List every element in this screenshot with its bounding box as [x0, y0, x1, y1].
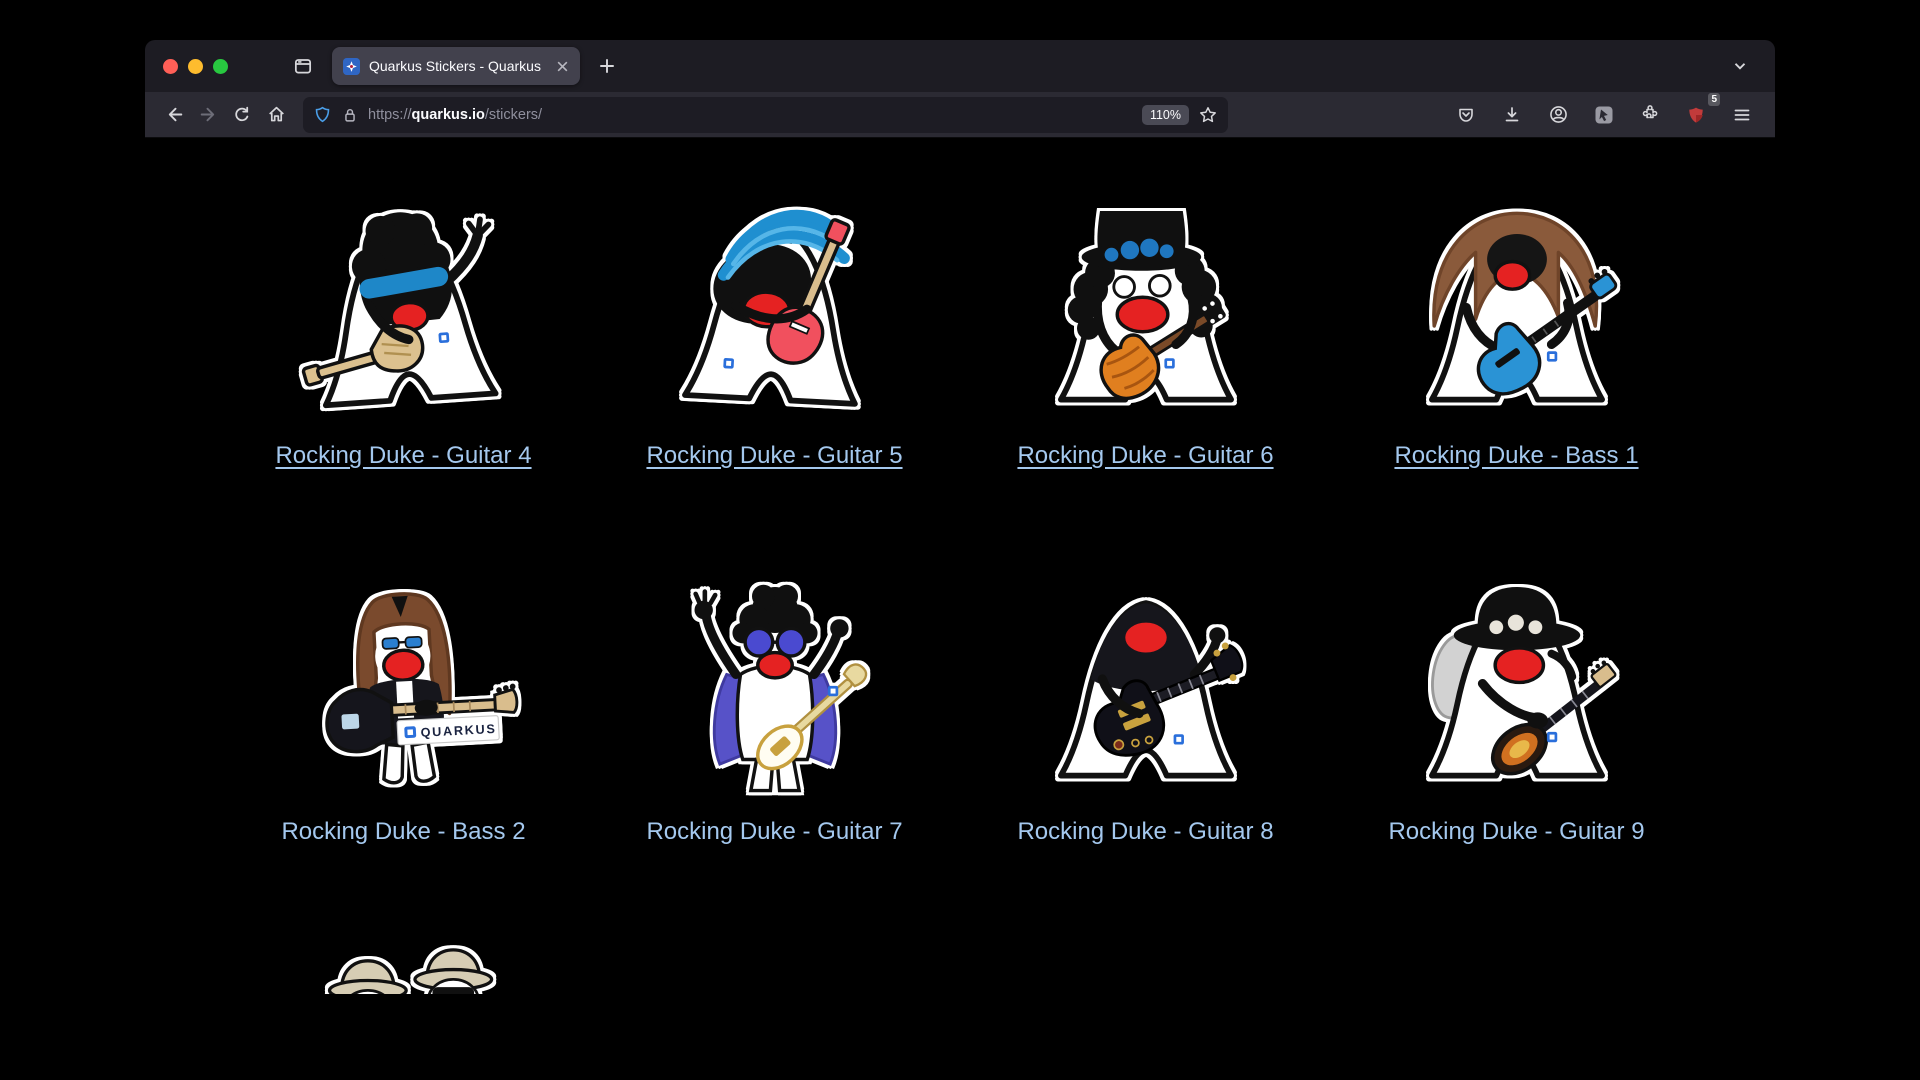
sticker-image-guitar-7: [660, 554, 890, 804]
quarkus-favicon: [343, 58, 360, 75]
menu-icon[interactable]: [1725, 98, 1759, 132]
sticker-image-bass-2: QUARKUS: [289, 554, 519, 804]
duo-duke-left: [319, 961, 406, 994]
sticker-image-duo-partial: [289, 930, 519, 994]
adblock-count-badge: 5: [1708, 93, 1720, 106]
forward-icon[interactable]: [191, 98, 225, 132]
sticker-link-guitar-6[interactable]: Rocking Duke - Guitar 6: [1017, 442, 1273, 470]
sticker-card: Rocking Duke - Bass 1: [1331, 138, 1702, 514]
sticker-link-bass-1[interactable]: Rocking Duke - Bass 1: [1394, 442, 1638, 470]
url-bar[interactable]: https://quarkus.io/stickers/ 110%: [303, 97, 1228, 133]
home-icon[interactable]: [259, 98, 293, 132]
downloads-icon[interactable]: [1495, 98, 1529, 132]
adblock-shield-icon[interactable]: 5: [1679, 98, 1713, 132]
pinned-extension-icon[interactable]: [1587, 98, 1621, 132]
sticker-link-guitar-4[interactable]: Rocking Duke - Guitar 4: [275, 442, 531, 470]
sticker-card: Rocking Duke - Guitar 8: [960, 514, 1331, 890]
browser-tab[interactable]: Quarkus Stickers - Quarkus: [332, 47, 580, 85]
firefox-view-icon[interactable]: [286, 49, 320, 83]
sticker-card: Rocking Duke - Guitar 7: [589, 514, 960, 890]
sticker-card: QUARKUS Rocking Duke - Bass 2: [218, 514, 589, 890]
sticker-card: Rocking Duke - Guitar 9: [1331, 514, 1702, 890]
tabs-dropdown-icon[interactable]: [1723, 49, 1757, 83]
sticker-grid: Rocking Duke - Guitar 4: [145, 138, 1775, 994]
sticker-link-bass-2[interactable]: Rocking Duke - Bass 2: [281, 818, 525, 846]
zoom-window-button[interactable]: [213, 59, 228, 74]
pocket-icon[interactable]: [1449, 98, 1483, 132]
duo-duke-right: [414, 950, 514, 994]
sticker-image-guitar-8: [1031, 554, 1261, 804]
sticker-card-partial: [218, 890, 589, 994]
minimize-window-button[interactable]: [188, 59, 203, 74]
sticker-link-guitar-7[interactable]: Rocking Duke - Guitar 7: [646, 818, 902, 846]
account-icon[interactable]: [1541, 98, 1575, 132]
sticker-card: Rocking Duke - Guitar 6: [960, 138, 1331, 514]
sticker-image-guitar-9: [1402, 554, 1632, 804]
sticker-image-guitar-4: [289, 178, 519, 428]
url-text: https://quarkus.io/stickers/: [368, 107, 542, 123]
tab-strip: Quarkus Stickers - Quarkus: [145, 40, 1775, 92]
tab-title: Quarkus Stickers - Quarkus: [369, 58, 547, 74]
sticker-image-guitar-5: [660, 178, 890, 428]
new-tab-icon[interactable]: [590, 49, 624, 83]
back-icon[interactable]: [157, 98, 191, 132]
extensions-puzzle-icon[interactable]: [1633, 98, 1667, 132]
page-content: Rocking Duke - Guitar 4: [145, 138, 1775, 994]
sticker-image-bass-1: [1402, 178, 1632, 428]
traffic-lights: [163, 59, 228, 74]
shield-icon[interactable]: [313, 105, 332, 124]
close-window-button[interactable]: [163, 59, 178, 74]
close-icon[interactable]: [556, 60, 569, 73]
bookmark-star-icon[interactable]: [1198, 105, 1218, 125]
sticker-card: Rocking Duke - Guitar 5: [589, 138, 960, 514]
sticker-card: Rocking Duke - Guitar 4: [218, 138, 589, 514]
sticker-link-guitar-9[interactable]: Rocking Duke - Guitar 9: [1388, 818, 1644, 846]
browser-window: Quarkus Stickers - Quarkus: [145, 40, 1775, 995]
sticker-image-guitar-6: [1031, 178, 1261, 428]
sticker-link-guitar-5[interactable]: Rocking Duke - Guitar 5: [646, 442, 902, 470]
sticker-link-guitar-8[interactable]: Rocking Duke - Guitar 8: [1017, 818, 1273, 846]
navigation-toolbar: https://quarkus.io/stickers/ 110%: [145, 92, 1775, 138]
lock-icon[interactable]: [341, 106, 359, 124]
zoom-level-badge[interactable]: 110%: [1142, 105, 1189, 125]
reload-icon[interactable]: [225, 98, 259, 132]
